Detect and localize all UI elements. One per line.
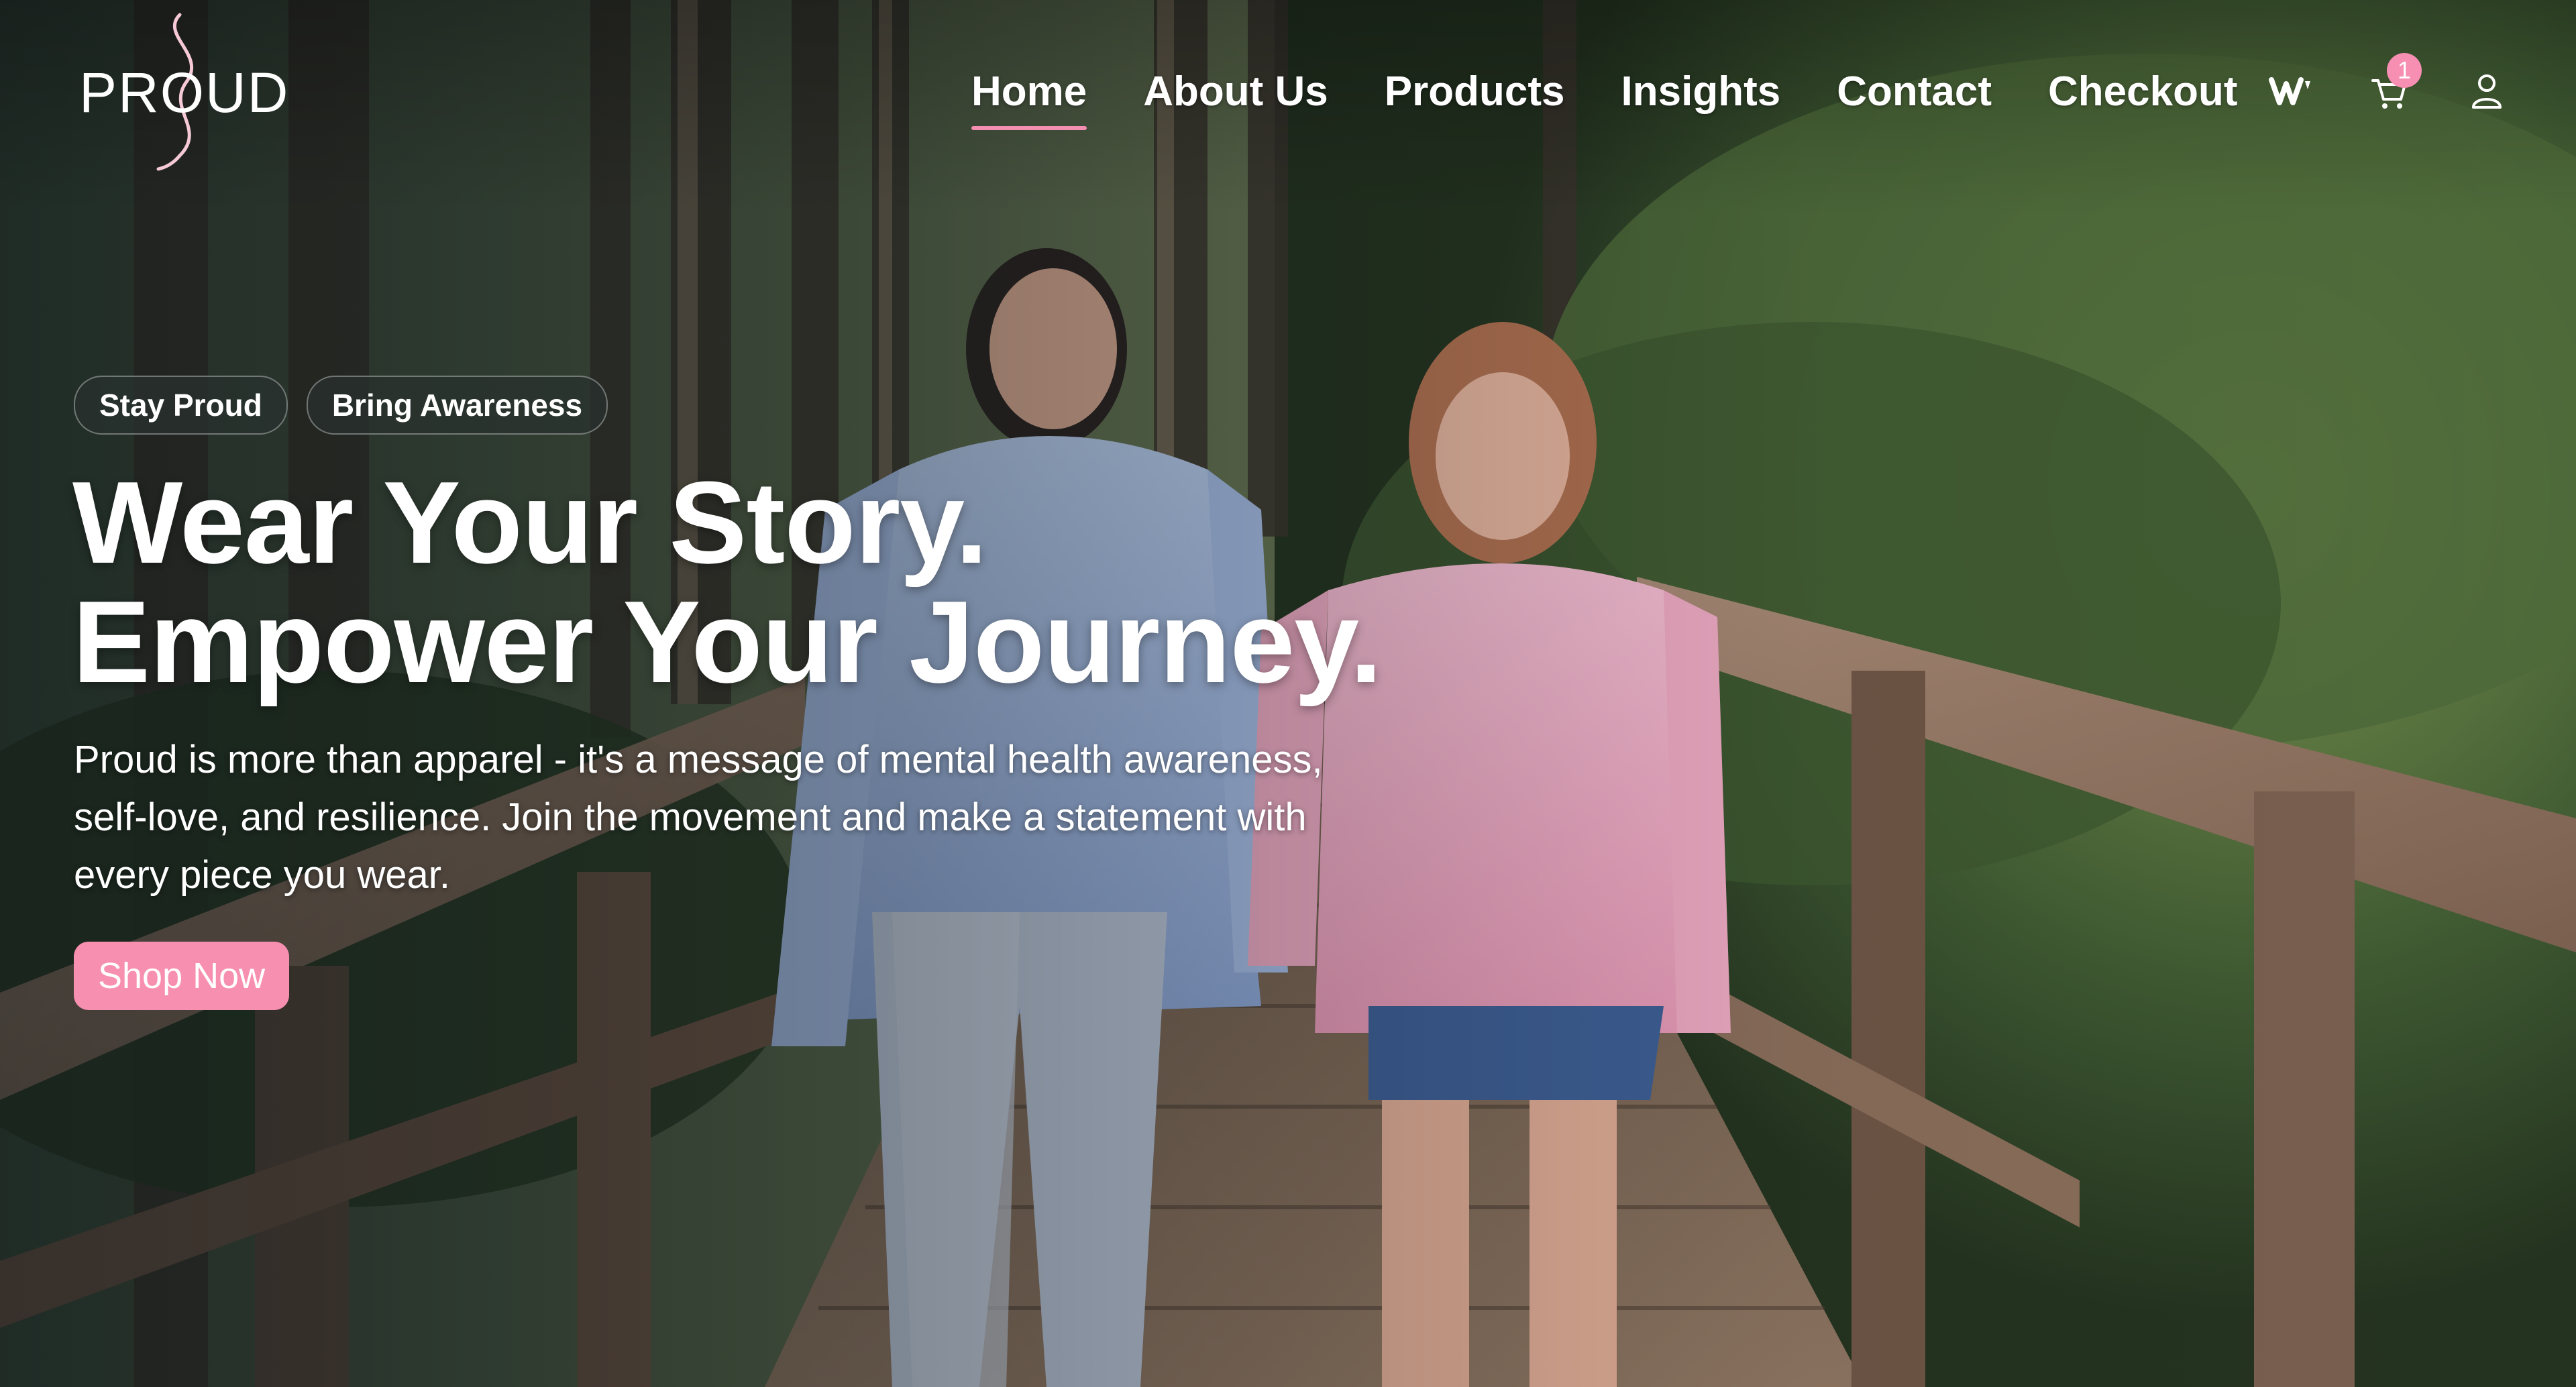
nav-link-about-us[interactable]: About Us bbox=[1143, 68, 1328, 115]
cart-count-badge: 1 bbox=[2387, 53, 2422, 88]
headline-line-2: Empower Your Journey. bbox=[72, 576, 1382, 707]
header-icons: 1 bbox=[2267, 53, 2510, 118]
hero-description: Proud is more than apparel - it's a mess… bbox=[74, 738, 1323, 897]
cart-icon[interactable]: 1 bbox=[2365, 53, 2422, 115]
nav-link-home[interactable]: Home bbox=[971, 68, 1087, 130]
tag-bring-awareness[interactable]: Bring Awareness bbox=[306, 376, 608, 435]
brand-logo[interactable]: PROUD bbox=[79, 8, 290, 176]
nav-link-insights[interactable]: Insights bbox=[1621, 68, 1781, 115]
nav-link-products[interactable]: Products bbox=[1385, 68, 1565, 115]
wix-icon[interactable] bbox=[2267, 68, 2314, 115]
shop-now-button[interactable]: Shop Now bbox=[74, 942, 290, 1010]
hero-section: PROUD Home About Us Products Insights Co… bbox=[0, 0, 2576, 1387]
user-icon[interactable] bbox=[2463, 68, 2510, 115]
nav-link-contact[interactable]: Contact bbox=[1837, 68, 1992, 115]
hero-tags: Stay Proud Bring Awareness bbox=[74, 376, 627, 435]
tag-stay-proud[interactable]: Stay Proud bbox=[74, 376, 288, 435]
nav-link-checkout[interactable]: Checkout bbox=[2048, 68, 2237, 115]
hero-headline: Wear Your Story. Empower Your Journey. bbox=[72, 457, 1382, 707]
main-navigation: Home About Us Products Insights Contact … bbox=[971, 64, 2294, 130]
logo-wordmark: PROUD bbox=[79, 61, 290, 124]
headline-line-1: Wear Your Story. bbox=[72, 457, 988, 588]
